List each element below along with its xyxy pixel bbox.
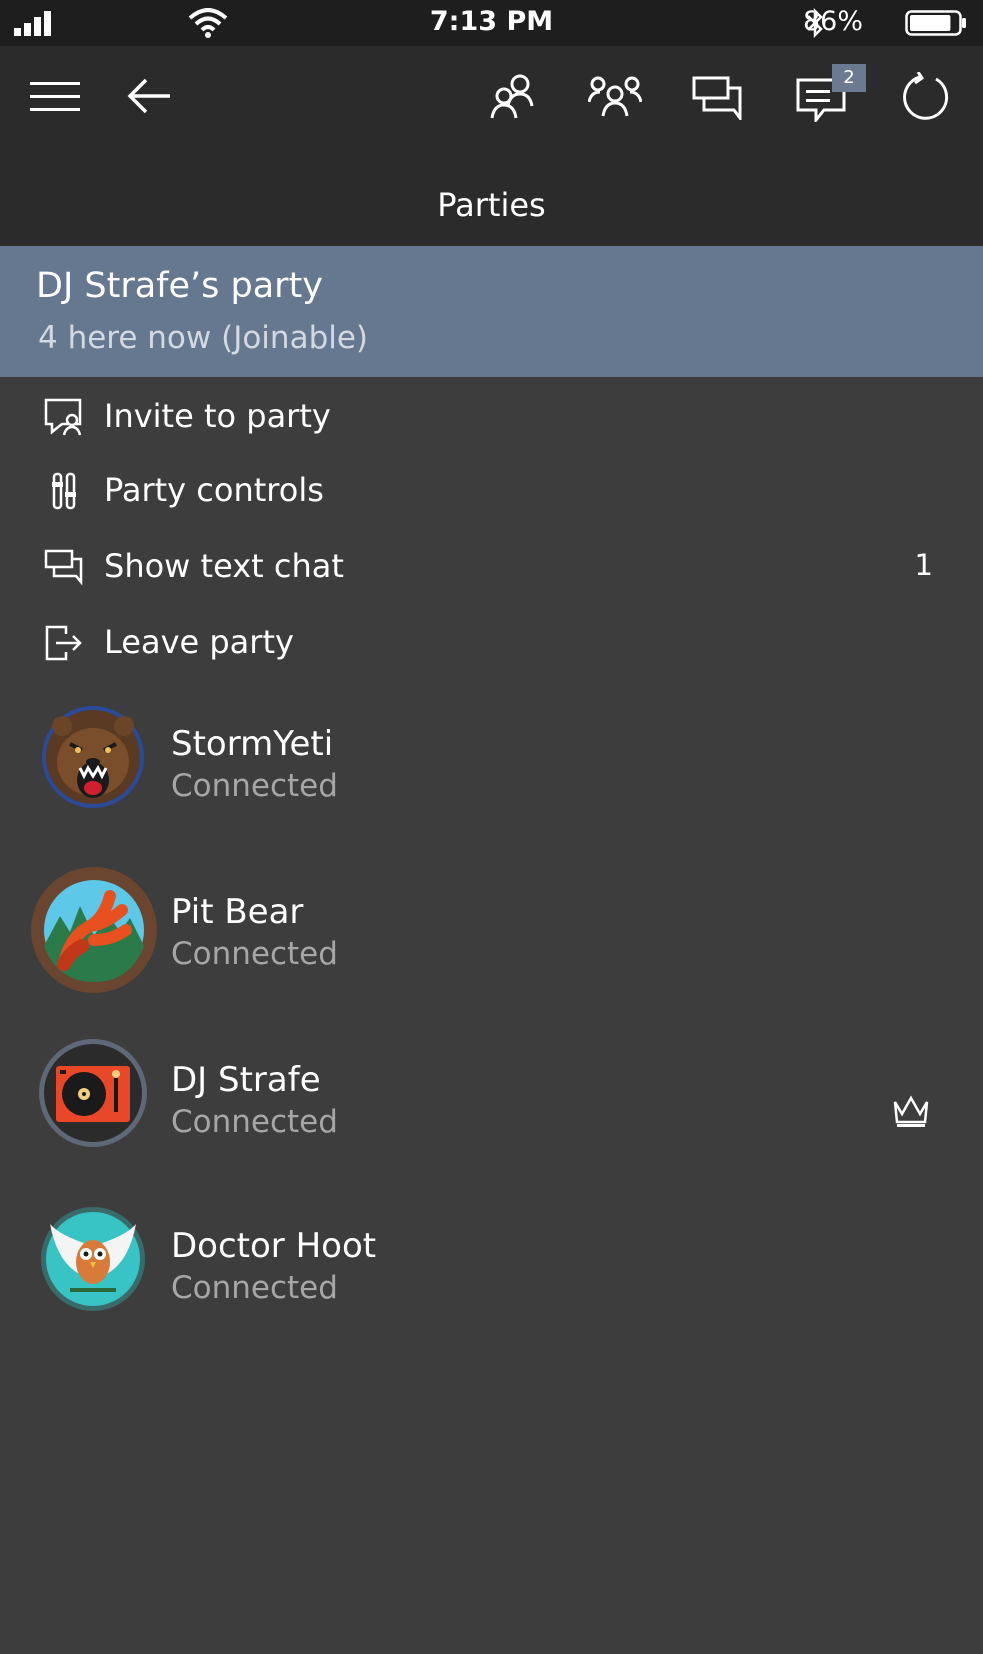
member-status: Connected bbox=[171, 768, 338, 804]
menu-item-label: Party controls bbox=[104, 471, 324, 509]
unread-count: 1 bbox=[914, 548, 933, 582]
claw-avatar bbox=[31, 867, 157, 993]
invite-icon bbox=[44, 398, 82, 436]
leave-party-item[interactable]: Leave party bbox=[0, 606, 983, 678]
leave-icon bbox=[45, 625, 82, 661]
member-status: Connected bbox=[171, 1270, 338, 1306]
text-chat-icon bbox=[44, 549, 83, 586]
battery-icon bbox=[905, 10, 966, 36]
member-name: Doctor Hoot bbox=[171, 1226, 377, 1266]
invite-to-party-item[interactable]: Invite to party bbox=[0, 380, 983, 452]
menu-icon[interactable] bbox=[30, 80, 80, 114]
status-bar: 7:13 PM 86% bbox=[0, 0, 983, 46]
owl-avatar bbox=[41, 1207, 145, 1311]
crown-icon bbox=[893, 1095, 929, 1127]
member-row[interactable]: StormYeti Connected bbox=[0, 704, 983, 854]
show-text-chat-item[interactable]: Show text chat 1 bbox=[0, 530, 983, 602]
member-status: Connected bbox=[171, 936, 338, 972]
chat-icon[interactable] bbox=[692, 76, 742, 120]
member-status: Connected bbox=[171, 1104, 338, 1140]
bear-avatar bbox=[42, 706, 144, 808]
menu-item-label: Leave party bbox=[104, 623, 294, 661]
controls-icon bbox=[52, 472, 76, 510]
back-arrow-icon[interactable] bbox=[126, 76, 172, 116]
member-row[interactable]: Doctor Hoot Connected bbox=[0, 1206, 983, 1356]
friend-icon[interactable] bbox=[488, 72, 536, 120]
party-header[interactable]: DJ Strafe’s party 4 here now (Joinable) bbox=[0, 246, 983, 377]
battery-percent: 86% bbox=[802, 6, 863, 37]
member-name: DJ Strafe bbox=[171, 1060, 321, 1100]
app-bar: 2 Parties bbox=[0, 46, 983, 246]
menu-item-label: Show text chat bbox=[104, 547, 344, 585]
member-row[interactable]: Pit Bear Connected bbox=[0, 866, 983, 1016]
party-name: DJ Strafe’s party bbox=[36, 266, 324, 306]
party-status: 4 here now (Joinable) bbox=[38, 320, 369, 356]
member-name: Pit Bear bbox=[171, 892, 304, 932]
member-name: StormYeti bbox=[171, 724, 334, 764]
page-title: Parties bbox=[437, 186, 546, 224]
party-controls-item[interactable]: Party controls bbox=[0, 454, 983, 526]
refresh-icon[interactable] bbox=[902, 72, 952, 122]
turntable-avatar bbox=[39, 1039, 147, 1147]
messages-badge: 2 bbox=[832, 64, 866, 92]
party-icon[interactable] bbox=[588, 76, 642, 118]
member-row[interactable]: DJ Strafe Connected bbox=[0, 1038, 983, 1188]
menu-item-label: Invite to party bbox=[104, 397, 331, 435]
